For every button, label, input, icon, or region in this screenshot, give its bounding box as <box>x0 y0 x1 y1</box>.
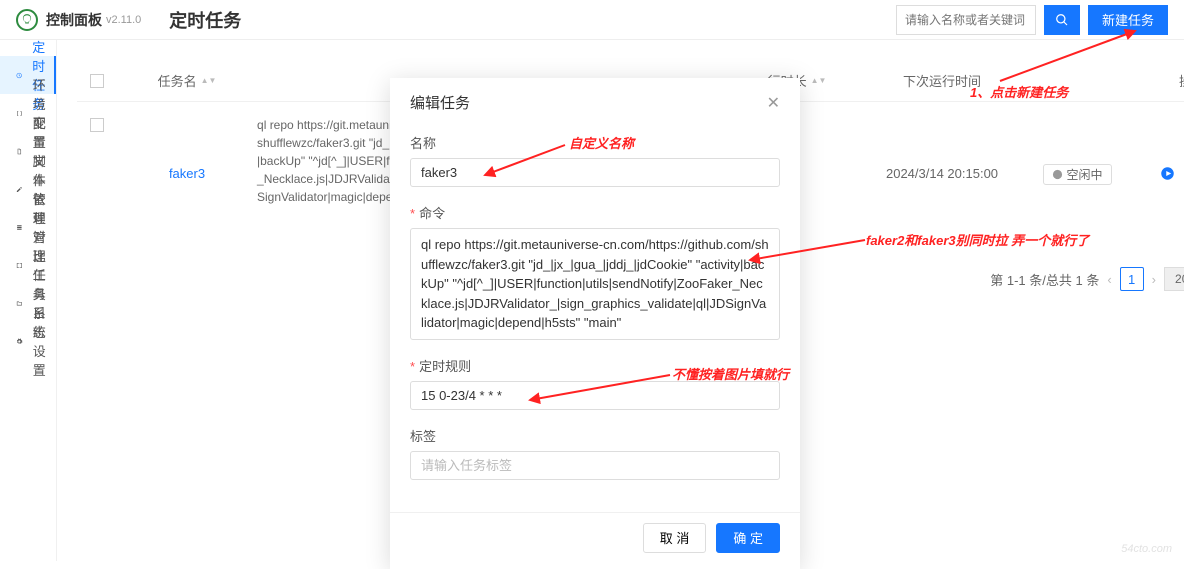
pager-summary: 第 1-1 条/总共 1 条 <box>990 270 1099 289</box>
col-ops: 操作 <box>1137 71 1184 90</box>
close-icon[interactable]: ✕ <box>767 93 780 113</box>
compare-icon <box>16 258 23 273</box>
col-next-run[interactable]: 下次运行时间 <box>867 71 1017 90</box>
edit-icon <box>16 182 23 197</box>
edit-task-modal: 编辑任务 ✕ 名称 命令 ql repo https://git.metauni… <box>390 78 800 569</box>
status-badge: 空闲中 <box>1043 164 1112 185</box>
input-name[interactable] <box>410 158 780 187</box>
sidebar: 定时任务 环境变量 配置文件 脚本管理 依赖管理 对比工具 任务日志 系统设置 <box>0 40 57 561</box>
cancel-button[interactable]: 取 消 <box>643 523 707 553</box>
search-input[interactable] <box>896 5 1036 35</box>
pager-size-select[interactable]: 20 条/页 <box>1164 267 1184 291</box>
select-all-checkbox[interactable] <box>90 74 104 88</box>
modal-title: 编辑任务 <box>410 92 470 113</box>
clock-icon <box>16 68 22 83</box>
label-schedule: 定时规则 <box>410 356 780 375</box>
folder-icon <box>16 296 23 311</box>
page-title: 定时任务 <box>169 7 241 33</box>
sidebar-item-label: 系统设置 <box>33 303 56 379</box>
sidebar-item-settings[interactable]: 系统设置 <box>0 322 56 360</box>
label-command: 命令 <box>410 203 780 222</box>
brackets-icon <box>16 106 23 121</box>
col-name[interactable]: 任务名▲▼ <box>117 71 257 90</box>
gear-icon <box>16 334 23 349</box>
row-ops <box>1137 116 1184 181</box>
new-task-button[interactable]: 新建任务 <box>1088 5 1168 35</box>
pager-current[interactable]: 1 <box>1120 267 1144 291</box>
play-icon[interactable] <box>1160 166 1175 181</box>
input-tags[interactable] <box>410 451 780 480</box>
pager-prev[interactable]: ‹ <box>1107 272 1111 287</box>
pager-next[interactable]: › <box>1152 272 1156 287</box>
clock-icon <box>1052 169 1063 180</box>
row-checkbox[interactable] <box>90 118 104 132</box>
search-button[interactable] <box>1044 5 1080 35</box>
file-icon <box>16 144 23 159</box>
ok-button[interactable]: 确 定 <box>716 523 780 553</box>
version-text: v2.11.0 <box>106 14 141 26</box>
pagination: 第 1-1 条/总共 1 条 ‹ 1 › 20 条/页 <box>990 267 1184 291</box>
brand-name: 控制面板 <box>46 10 102 30</box>
layers-icon <box>16 220 23 235</box>
input-command[interactable]: ql repo https://git.metauniverse-cn.com/… <box>410 228 780 340</box>
row-next-run: 2024/3/14 20:15:00 <box>867 116 1017 181</box>
logo-icon <box>16 9 38 31</box>
label-name: 名称 <box>410 133 780 152</box>
search-icon <box>1055 13 1069 27</box>
label-tags: 标签 <box>410 426 780 445</box>
row-name[interactable]: faker3 <box>117 116 257 181</box>
input-schedule[interactable] <box>410 381 780 410</box>
